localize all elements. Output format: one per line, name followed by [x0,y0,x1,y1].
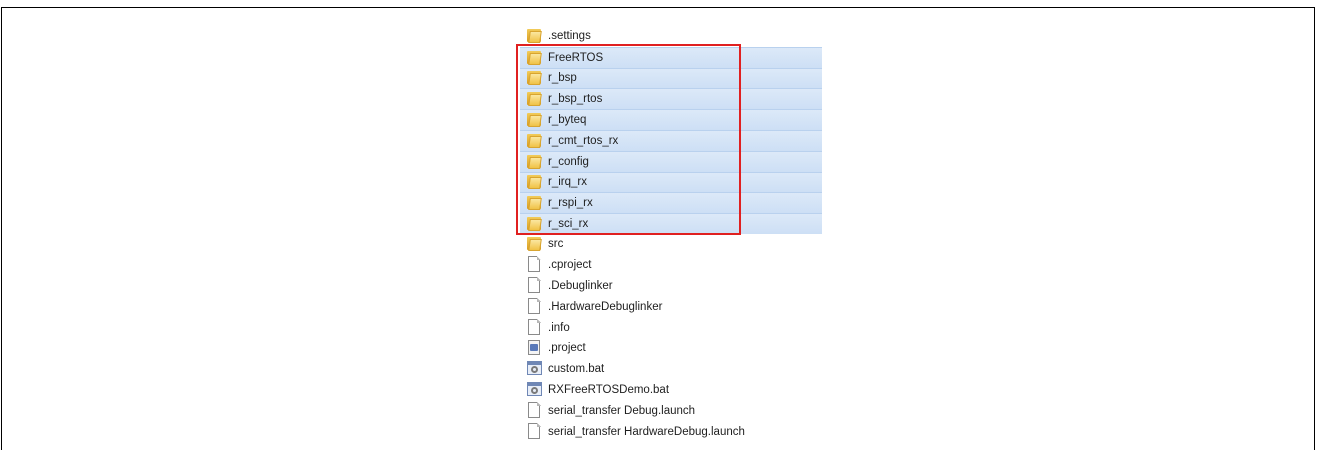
item-label: serial_transfer Debug.launch [548,404,696,417]
item-label: .settings [548,30,591,43]
item-label: .Debuglinker [548,279,613,292]
file-item[interactable]: RXFreeRTOSDemo.bat [520,380,822,401]
folder-icon [526,237,542,252]
item-label: .HardwareDebuglinker [548,300,663,313]
file-icon [526,318,542,335]
file-item[interactable]: serial_transfer Debug.launch [520,400,822,421]
file-item[interactable]: .info [520,317,822,338]
batch-file-icon [526,361,542,376]
file-item[interactable]: .project [520,338,822,359]
file-item[interactable]: serial_transfer HardwareDebug.launch [520,421,822,442]
item-label: serial_transfer HardwareDebug.launch [548,425,745,438]
file-item[interactable]: .cproject [520,255,822,276]
item-label: RXFreeRTOSDemo.bat [548,383,670,396]
item-label: .info [548,321,570,334]
file-item[interactable]: custom.bat [520,359,822,380]
item-label: custom.bat [548,363,605,376]
file-item[interactable]: .HardwareDebuglinker [520,296,822,317]
folder-icon [526,29,542,44]
file-icon [526,422,542,439]
file-item[interactable]: .Debuglinker [520,276,822,297]
file-icon [526,297,542,314]
folder-item[interactable]: src [520,234,822,255]
highlight-box [516,44,741,235]
project-file-icon [526,340,542,356]
batch-file-icon [526,381,542,397]
file-icon [526,401,542,418]
file-icon [526,276,542,293]
file-icon [526,256,542,273]
item-label: .project [548,342,586,355]
item-label: .cproject [548,259,592,272]
item-label: src [548,238,564,251]
